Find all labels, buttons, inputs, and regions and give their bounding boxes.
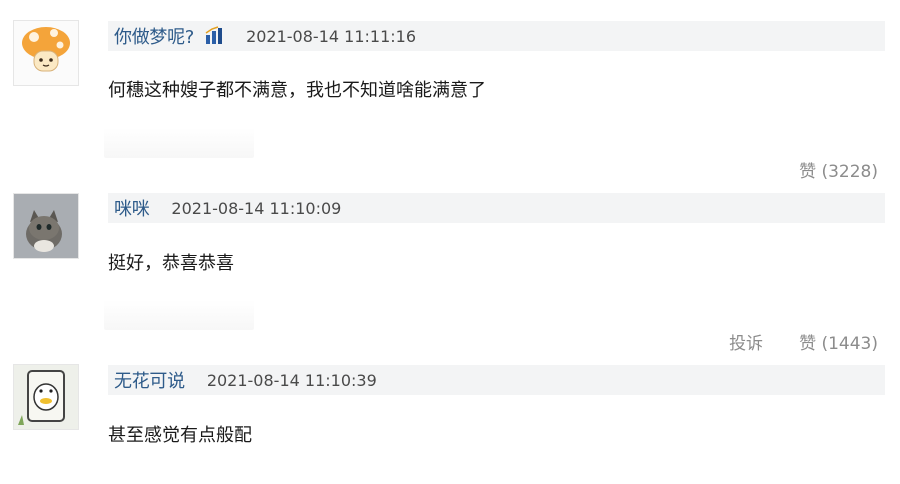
avatar[interactable] [13, 193, 79, 259]
comment-actions: 赞 (3228) [799, 157, 878, 182]
comment-actions: 投诉 赞 (1443) [729, 329, 878, 354]
penguin-sticker-avatar-icon [14, 365, 78, 429]
like-button[interactable]: 赞 (1443) [799, 329, 878, 354]
comment-header: 无花可说 2021-08-14 11:10:39 [108, 365, 885, 395]
avatar[interactable] [13, 364, 79, 430]
avatar[interactable] [13, 20, 79, 86]
timestamp: 2021-08-14 11:10:09 [171, 198, 342, 218]
username[interactable]: 你做梦呢? [114, 23, 194, 49]
mushroom-avatar-icon [22, 27, 70, 72]
report-button[interactable]: 投诉 [729, 329, 763, 354]
username[interactable]: 咪咪 [114, 195, 150, 221]
comment-text: 挺好，恭喜恭喜 [108, 253, 234, 274]
vip-badge-icon [204, 26, 224, 46]
image-placeholder [104, 128, 254, 158]
like-button[interactable]: 赞 (3228) [799, 157, 878, 182]
image-placeholder [104, 300, 254, 330]
timestamp: 2021-08-14 11:11:16 [246, 26, 416, 46]
comment-header: 你做梦呢? 2021-08-14 11:11:16 [108, 21, 885, 51]
comment-text: 何穗这种嫂子都不满意，我也不知道啥能满意了 [108, 80, 486, 101]
comment-header: 咪咪 2021-08-14 11:10:09 [108, 193, 885, 223]
comment-text: 甚至感觉有点般配 [108, 425, 252, 446]
username[interactable]: 无花可说 [114, 367, 185, 393]
kitten-avatar-icon [14, 194, 78, 258]
timestamp: 2021-08-14 11:10:39 [206, 370, 377, 390]
